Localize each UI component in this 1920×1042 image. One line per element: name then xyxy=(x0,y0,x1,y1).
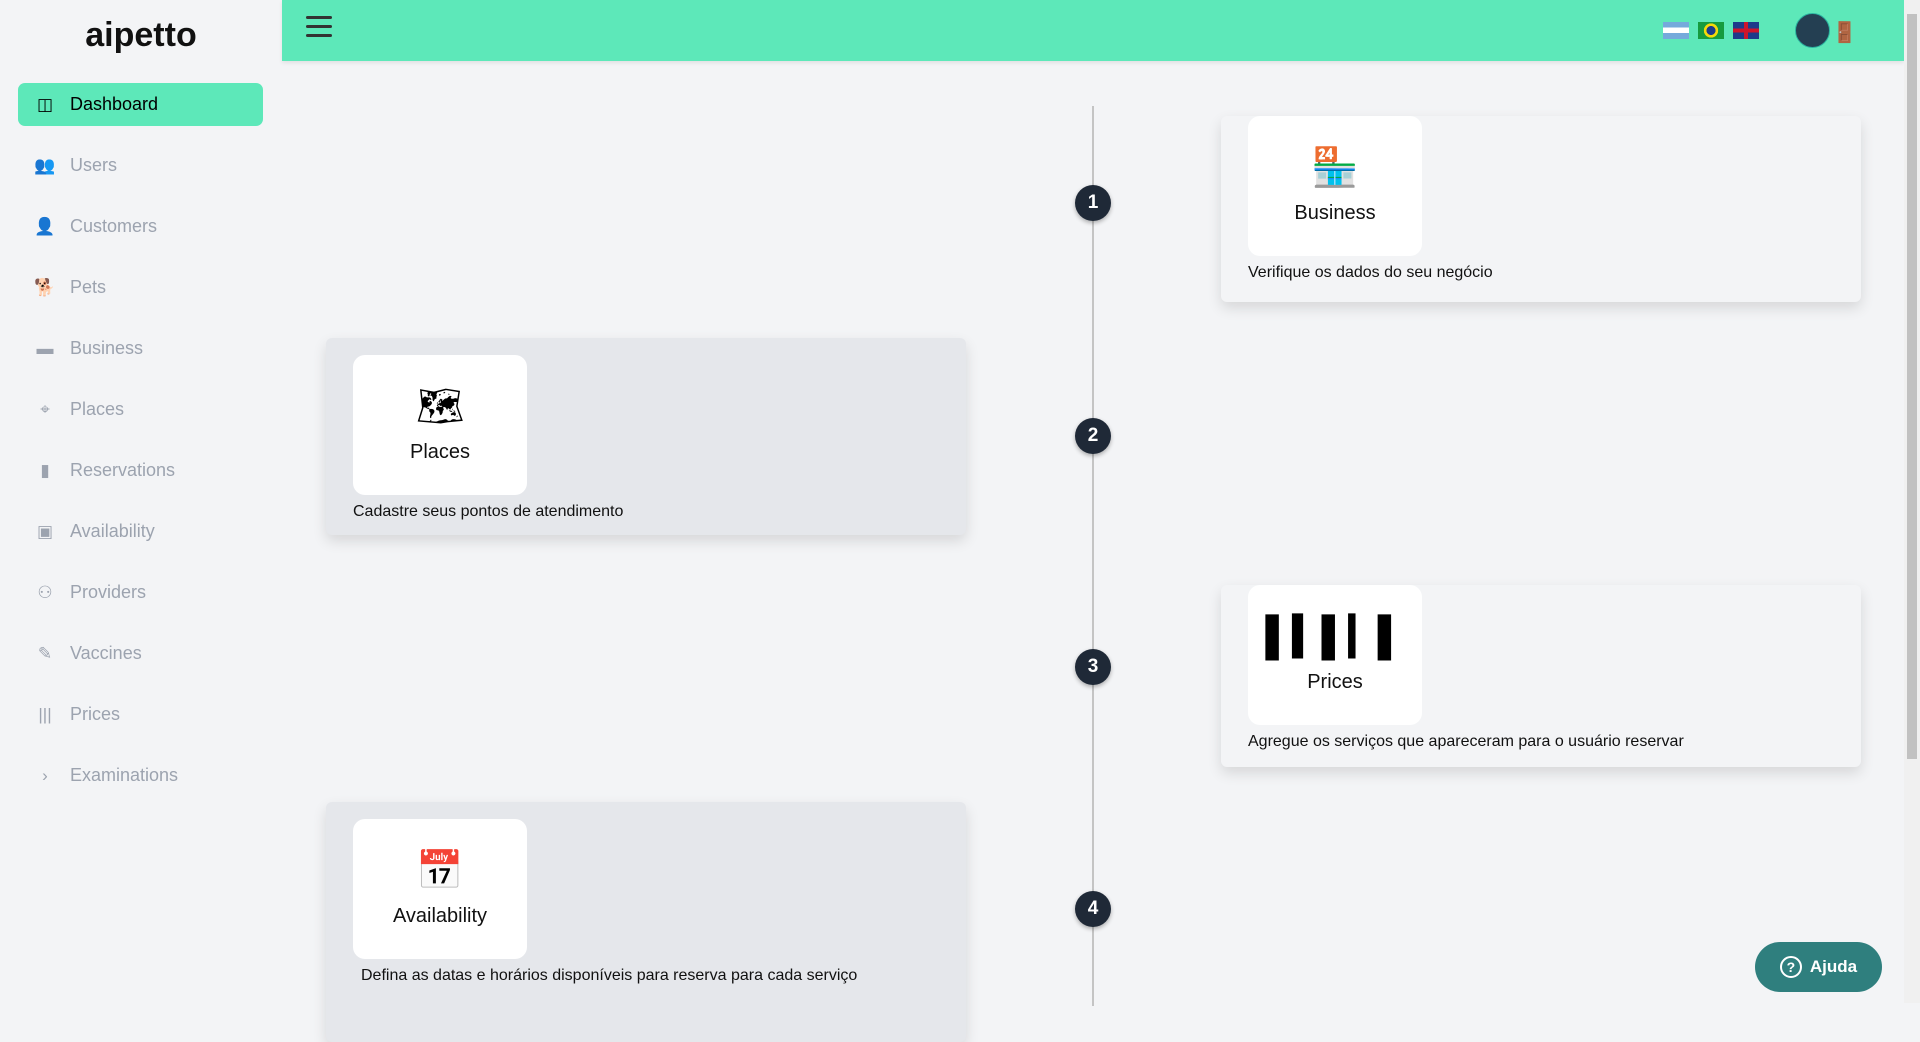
step-card-business: 🏪 Business Verifique os dados do seu negóc… xyxy=(1221,116,1861,302)
book-icon: ▮ xyxy=(40,460,50,480)
step-title: Business xyxy=(1294,202,1376,224)
sidebar-item-dashboard[interactable]: ◫ Dashboard xyxy=(18,83,263,126)
barcode-icon: ▌▍▌▎▌ xyxy=(1265,616,1405,658)
sidebar-item-label: Providers xyxy=(70,582,147,602)
step-number: 3 xyxy=(1075,649,1111,685)
sidebar-item-business[interactable]: ▬ Business xyxy=(18,327,263,370)
sidebar: aipetto ◫ Dashboard 👥 Users 👤 Customers 🐕 Pets ▬… xyxy=(0,0,282,1003)
users-icon: 👥 xyxy=(34,155,56,175)
sidebar-item-label: Examinations xyxy=(70,765,179,785)
flag-argentina-icon[interactable] xyxy=(1663,22,1689,39)
sidebar-item-vaccines[interactable]: ✎ Vaccines xyxy=(18,632,263,675)
step-number: 1 xyxy=(1075,185,1111,221)
sidebar-item-label: Dashboard xyxy=(70,94,159,114)
map-marked-icon: ⌖ xyxy=(40,399,50,419)
sidebar-item-label: Places xyxy=(70,399,125,419)
sidebar-item-availability[interactable]: ▣ Availability xyxy=(18,510,263,553)
user-icon: 👤 xyxy=(34,216,56,236)
store-icon: ▬ xyxy=(36,338,54,358)
hamburger-menu-icon[interactable] xyxy=(306,16,332,40)
barcode-icon: ||| xyxy=(38,704,52,724)
step-description: Verifique os dados do seu negócio xyxy=(1248,264,1493,281)
step-description: Agregue os serviços que apareceram para … xyxy=(1248,733,1684,750)
sidebar-item-label: Business xyxy=(70,338,144,358)
sidebar-item-places[interactable]: ⌖ Places xyxy=(18,388,263,431)
step-title: Places xyxy=(409,441,471,463)
dog-icon: 🐕 xyxy=(34,277,56,297)
step-card-prices: ▌▍▌▎▌ Prices Agregue os serviços que apare… xyxy=(1221,585,1861,767)
sidebar-item-label: Reservations xyxy=(70,460,176,480)
step-number: 4 xyxy=(1075,891,1111,927)
sidebar-item-prices[interactable]: ||| Prices xyxy=(18,693,263,736)
step-card-places: 🗺 Places Cadastre seus pontos de atendimen… xyxy=(326,338,966,535)
step-description: Defina as datas e horários disponíveis p… xyxy=(361,967,858,984)
calendar-check-icon: ▣ xyxy=(36,521,54,541)
sidebar-item-label: Vaccines xyxy=(70,643,142,663)
calendar-check-icon: 📅 xyxy=(416,850,464,892)
sidebar-item-pets[interactable]: 🐕 Pets xyxy=(18,266,263,309)
scrollbar[interactable] xyxy=(1904,0,1920,1003)
step-number: 2 xyxy=(1075,418,1111,454)
step-link-business[interactable]: 🏪 Business xyxy=(1248,116,1422,256)
timeline-line xyxy=(1092,106,1094,1006)
step-description: Cadastre seus pontos de atendimento xyxy=(353,503,624,520)
people-carry-icon: ⚇ xyxy=(37,582,53,602)
store-icon: 🏪 xyxy=(1311,147,1359,189)
question-icon: ? xyxy=(1779,956,1802,978)
step-title: Availability xyxy=(392,905,488,927)
sidebar-item-label: Prices xyxy=(70,704,121,724)
step-link-places[interactable]: 🗺 Places xyxy=(353,355,527,495)
step-title: Prices xyxy=(1307,671,1363,693)
help-button[interactable]: ? Ajuda xyxy=(1755,942,1882,992)
avatar[interactable] xyxy=(1795,13,1830,48)
step-link-prices[interactable]: ▌▍▌▎▌ Prices xyxy=(1248,585,1422,725)
sidebar-item-label: Customers xyxy=(70,216,158,236)
logout-door-icon[interactable]: 🚪 xyxy=(1832,20,1857,45)
sidebar-item-customers[interactable]: 👤 Customers xyxy=(18,205,263,248)
columns-icon: ◫ xyxy=(36,94,54,114)
flag-uk-icon[interactable] xyxy=(1733,22,1759,39)
sidebar-item-label: Users xyxy=(70,155,118,175)
sidebar-item-users[interactable]: 👥 Users xyxy=(18,144,263,187)
syringe-icon: ✎ xyxy=(37,643,53,663)
flag-brazil-icon[interactable] xyxy=(1698,22,1724,39)
map-marked-icon: 🗺 xyxy=(415,386,465,428)
sidebar-item-label: Pets xyxy=(70,277,107,297)
sidebar-item-examinations[interactable]: › Examinations xyxy=(18,754,263,797)
sidebar-item-label: Availability xyxy=(70,521,155,541)
scrollbar-thumb[interactable] xyxy=(1907,14,1917,759)
sidebar-item-providers[interactable]: ⚇ Providers xyxy=(18,571,263,614)
chevron-right-icon: › xyxy=(42,765,48,785)
step-card-availability: 📅 Availability Defina as datas e horários … xyxy=(326,802,966,1042)
logo: aipetto xyxy=(85,16,197,54)
sidebar-item-reservations[interactable]: ▮ Reservations xyxy=(18,449,263,492)
topbar: 🚪 xyxy=(282,0,1904,61)
step-link-availability[interactable]: 📅 Availability xyxy=(353,819,527,959)
